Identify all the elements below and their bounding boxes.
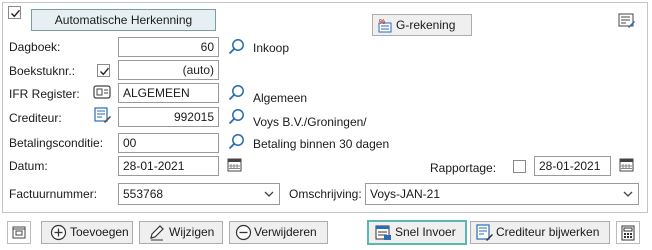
- minus-circle-icon: [235, 224, 252, 241]
- betalingsconditie-label: Betalingsconditie:: [9, 136, 104, 150]
- crediteur-bijwerken-button[interactable]: Crediteur bijwerken: [470, 221, 610, 244]
- boekstuknr-label: Boekstuknr.:: [9, 64, 76, 78]
- auto-recognition-checkbox[interactable]: [8, 6, 21, 19]
- omschrijving-value: Voys-JAN-21: [370, 187, 441, 201]
- g-rekening-label: G-rekening: [396, 18, 456, 32]
- crediteur-label: Crediteur:: [9, 111, 62, 125]
- crediteur-card-icon[interactable]: [93, 107, 112, 124]
- factuurnummer-label: Factuurnummer:: [9, 187, 98, 201]
- crediteur-bijwerken-label: Crediteur bijwerken: [496, 225, 600, 239]
- toevoegen-label: Toevoegen: [70, 225, 129, 239]
- crediteur-description: Voys B.V./Groningen/: [253, 115, 367, 129]
- snel-invoer-button[interactable]: Snel Invoer: [367, 220, 467, 245]
- wijzigen-label: Wijzigen: [169, 225, 215, 239]
- ifr-register-label: IFR Register:: [9, 87, 80, 101]
- crediteur-update-icon: [476, 224, 493, 241]
- ifr-register-input[interactable]: ALGEMEEN: [118, 83, 219, 103]
- g-rekening-button[interactable]: % G-rekening: [372, 14, 472, 36]
- datum-label: Datum:: [9, 159, 48, 173]
- factuurnummer-combo[interactable]: 553768: [118, 183, 280, 205]
- betalingsconditie-input[interactable]: 00: [118, 133, 219, 153]
- boekstuknr-input[interactable]: (auto): [118, 60, 219, 80]
- ifr-register-search-icon[interactable]: [228, 84, 245, 101]
- omschrijving-combo[interactable]: Voys-JAN-21: [365, 183, 639, 205]
- datum-calendar-icon[interactable]: [227, 157, 243, 173]
- crediteur-input[interactable]: 992015: [118, 107, 219, 127]
- plus-circle-icon: [50, 224, 67, 241]
- auto-recognition-button[interactable]: Automatische Herkenning: [31, 9, 216, 31]
- verwijderen-label: Verwijderen: [254, 225, 317, 239]
- g-rekening-icon: %: [378, 19, 392, 33]
- betalingsconditie-description: Betaling binnen 30 dagen: [253, 137, 390, 151]
- dagboek-description: Inkoop: [253, 41, 290, 55]
- chevron-down-icon[interactable]: [264, 191, 274, 198]
- rapportage-date-input[interactable]: 28-01-2021: [534, 156, 611, 176]
- dagboek-input[interactable]: 60: [118, 37, 219, 57]
- calculator-button[interactable]: [616, 221, 640, 244]
- ifr-register-icon[interactable]: [93, 84, 112, 100]
- notes-icon[interactable]: [618, 13, 636, 29]
- layout-toggle-button[interactable]: [7, 221, 31, 244]
- quick-entry-icon: [375, 225, 391, 240]
- chevron-down-icon[interactable]: [623, 191, 633, 198]
- svg-text:%: %: [379, 19, 386, 26]
- boekstuknr-auto-checkbox[interactable]: [97, 64, 110, 77]
- betalingsconditie-search-icon[interactable]: [228, 133, 245, 150]
- rapportage-checkbox[interactable]: [513, 160, 526, 173]
- rapportage-calendar-icon[interactable]: [619, 157, 635, 173]
- layout-icon: [12, 226, 26, 239]
- calculator-icon: [621, 225, 635, 241]
- rapportage-label: Rapportage:: [430, 161, 497, 175]
- dagboek-search-icon[interactable]: [228, 38, 245, 55]
- toevoegen-button[interactable]: Toevoegen: [41, 221, 133, 244]
- crediteur-search-icon[interactable]: [228, 108, 245, 125]
- wijzigen-button[interactable]: Wijzigen: [139, 221, 223, 244]
- factuurnummer-value: 553768: [123, 187, 164, 201]
- pencil-icon: [150, 225, 164, 241]
- ifr-register-description: Algemeen: [253, 91, 308, 105]
- dagboek-label: Dagboek:: [9, 40, 61, 54]
- omschrijving-label: Omschrijving:: [289, 187, 362, 201]
- snel-invoer-label: Snel Invoer: [395, 225, 456, 239]
- verwijderen-button[interactable]: Verwijderen: [229, 221, 328, 244]
- datum-input[interactable]: 28-01-2021: [118, 156, 219, 176]
